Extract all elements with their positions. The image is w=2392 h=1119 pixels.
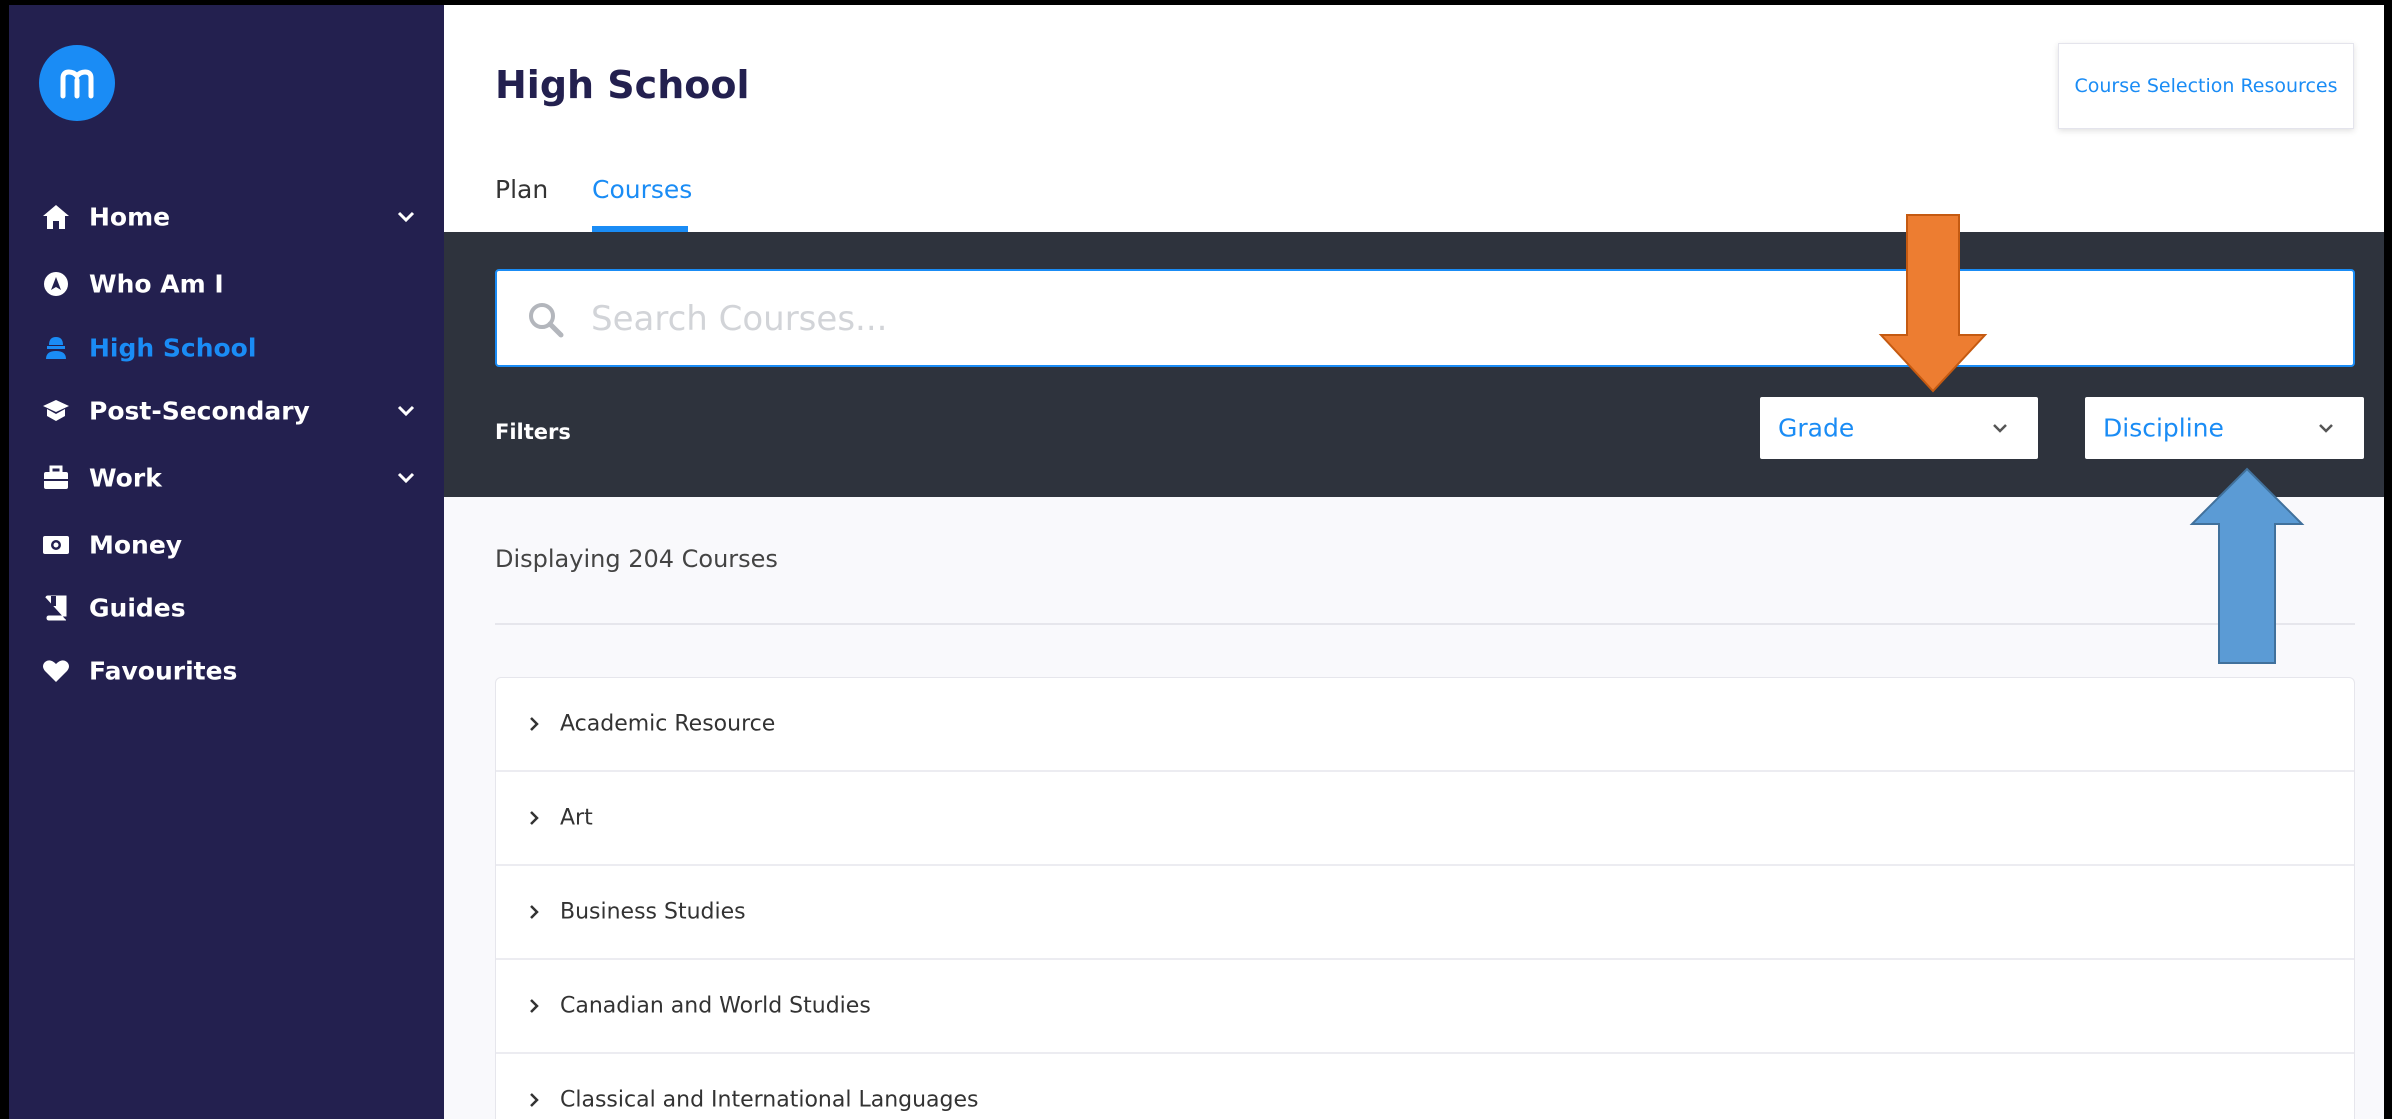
chevron-down-icon bbox=[2319, 424, 2333, 433]
course-category-label: Canadian and World Studies bbox=[560, 993, 871, 1019]
sidebar-item-home[interactable]: Home bbox=[9, 192, 444, 242]
filters-label: Filters bbox=[495, 420, 571, 444]
course-category-label: Academic Resource bbox=[560, 711, 776, 737]
grade-filter-select[interactable]: Grade bbox=[1760, 397, 2038, 459]
course-category-label: Art bbox=[560, 805, 593, 831]
home-icon bbox=[42, 203, 70, 231]
briefcase-icon bbox=[42, 464, 70, 492]
chevron-right-icon bbox=[530, 905, 539, 919]
course-category-label: Classical and International Languages bbox=[560, 1087, 979, 1113]
app-window: Home Who Am I High School Post-Secondary bbox=[9, 5, 2384, 1119]
book-icon bbox=[42, 594, 70, 622]
sidebar-item-guides[interactable]: Guides bbox=[9, 583, 444, 633]
logo[interactable] bbox=[39, 45, 115, 121]
course-selection-resources-button[interactable]: Course Selection Resources bbox=[2058, 43, 2354, 129]
chevron-right-icon bbox=[530, 999, 539, 1013]
course-results: Displaying 204 Courses Academic Resource… bbox=[444, 497, 2384, 1119]
sidebar-item-post-secondary[interactable]: Post-Secondary bbox=[9, 386, 444, 436]
myblueprint-logo-icon bbox=[60, 69, 94, 99]
search-box[interactable] bbox=[495, 269, 2355, 367]
compass-icon bbox=[42, 270, 70, 298]
chevron-down-icon bbox=[1993, 424, 2007, 433]
sidebar-item-label: Work bbox=[89, 463, 162, 493]
sidebar-item-high-school[interactable]: High School bbox=[9, 323, 444, 373]
sidebar-item-label: Favourites bbox=[89, 656, 238, 686]
divider bbox=[495, 623, 2355, 625]
search-icon bbox=[529, 303, 564, 338]
sidebar-item-label: Guides bbox=[89, 593, 186, 623]
sidebar-item-who-am-i[interactable]: Who Am I bbox=[9, 259, 444, 309]
sidebar-item-work[interactable]: Work bbox=[9, 453, 444, 503]
sidebar-item-label: Post-Secondary bbox=[89, 396, 310, 426]
chevron-right-icon bbox=[530, 811, 539, 825]
list-item[interactable]: Classical and International Languages bbox=[496, 1054, 2354, 1119]
heart-icon bbox=[42, 657, 70, 685]
discipline-filter-select[interactable]: Discipline bbox=[2085, 397, 2364, 459]
sidebar-item-label: Who Am I bbox=[89, 269, 224, 299]
list-item[interactable]: Canadian and World Studies bbox=[496, 960, 2354, 1054]
search-input[interactable] bbox=[589, 281, 2333, 357]
filter-bar: Filters Grade Discipline bbox=[444, 232, 2384, 497]
chevron-right-icon bbox=[530, 717, 539, 731]
sidebar-item-label: High School bbox=[89, 333, 257, 363]
sidebar-item-money[interactable]: Money bbox=[9, 520, 444, 570]
chevron-right-icon bbox=[530, 1093, 539, 1107]
sidebar-item-label: Money bbox=[89, 530, 183, 560]
graduation-cap-icon bbox=[42, 397, 70, 425]
sidebar-item-favourites[interactable]: Favourites bbox=[9, 646, 444, 696]
sidebar-item-label: Home bbox=[89, 202, 171, 232]
blue-up-arrow-icon bbox=[2189, 467, 2305, 664]
course-category-label: Business Studies bbox=[560, 899, 746, 925]
orange-down-arrow-icon bbox=[1878, 214, 1988, 393]
student-icon bbox=[42, 334, 70, 362]
sidebar: Home Who Am I High School Post-Secondary bbox=[9, 5, 444, 1119]
tab-courses[interactable]: Courses bbox=[592, 175, 692, 204]
tab-plan[interactable]: Plan bbox=[495, 175, 548, 204]
course-list: Academic Resource Art Business Studies C… bbox=[495, 677, 2355, 1119]
list-item[interactable]: Art bbox=[496, 772, 2354, 866]
grade-filter-label: Grade bbox=[1778, 413, 1855, 443]
chevron-down-icon[interactable] bbox=[395, 467, 417, 489]
list-item[interactable]: Academic Resource bbox=[496, 678, 2354, 772]
money-icon bbox=[42, 531, 70, 559]
page-title: High School bbox=[495, 63, 750, 107]
course-count: Displaying 204 Courses bbox=[495, 545, 778, 573]
discipline-filter-label: Discipline bbox=[2103, 413, 2224, 443]
chevron-down-icon[interactable] bbox=[395, 400, 417, 422]
list-item[interactable]: Business Studies bbox=[496, 866, 2354, 960]
chevron-down-icon[interactable] bbox=[395, 206, 417, 228]
main-content: High School Course Selection Resources P… bbox=[444, 5, 2384, 1119]
